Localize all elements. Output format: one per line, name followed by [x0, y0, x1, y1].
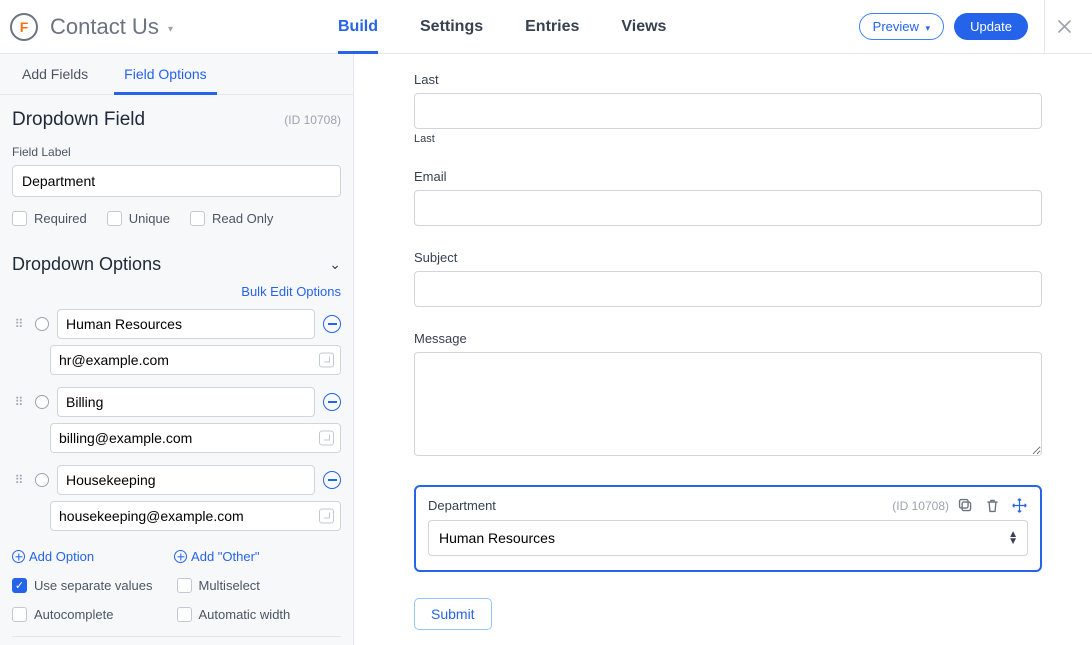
remove-option-button[interactable] — [323, 393, 341, 411]
form-title-text: Contact Us — [50, 14, 159, 39]
required-label: Required — [34, 211, 87, 226]
email-input[interactable] — [414, 190, 1042, 226]
sidebar-tab-field-options[interactable]: Field Options — [114, 54, 216, 94]
field-label-last: Last — [414, 72, 1042, 87]
auto-width-label: Automatic width — [199, 607, 291, 622]
tab-settings[interactable]: Settings — [420, 0, 483, 53]
readonly-label: Read Only — [212, 211, 273, 226]
tab-build[interactable]: Build — [338, 0, 378, 53]
department-field-label: Department — [428, 498, 496, 513]
tab-settings-label: Settings — [420, 18, 483, 36]
field-label-input[interactable] — [12, 165, 341, 197]
department-select[interactable]: Human Resources — [428, 520, 1028, 556]
tab-views[interactable]: Views — [621, 0, 666, 53]
tab-entries-label: Entries — [525, 18, 579, 36]
unique-label: Unique — [129, 211, 170, 226]
plus-icon — [12, 550, 25, 563]
readonly-checkbox[interactable]: Read Only — [190, 211, 273, 226]
option-default-radio[interactable] — [35, 317, 49, 331]
preview-button[interactable]: Preview ▾ — [859, 13, 944, 40]
drag-handle-icon[interactable]: ⠿ — [12, 477, 27, 483]
option-default-radio[interactable] — [35, 395, 49, 409]
submit-button[interactable]: Submit — [414, 598, 492, 630]
drag-handle-icon[interactable]: ⠿ — [12, 399, 27, 405]
field-label-email: Email — [414, 169, 1042, 184]
option-default-radio[interactable] — [35, 473, 49, 487]
last-name-input[interactable] — [414, 93, 1042, 129]
form-title-dropdown[interactable]: Contact Us ▾ — [50, 14, 173, 40]
form-canvas: Last Last Email Subject Message Departme… — [354, 54, 1092, 645]
tab-build-label: Build — [338, 18, 378, 36]
remove-option-button[interactable] — [323, 315, 341, 333]
message-textarea[interactable] — [414, 352, 1042, 456]
subject-input[interactable] — [414, 271, 1042, 307]
multiselect-checkbox[interactable]: Multiselect — [177, 578, 342, 593]
dropdown-options-toggle[interactable]: Dropdown Options ⌄ — [0, 240, 353, 279]
selected-field-department[interactable]: Department (ID 10708) Human Resources ▲▼ — [414, 485, 1042, 572]
separate-values-checkbox[interactable]: ✓Use separate values — [12, 578, 177, 593]
save-icon — [319, 431, 334, 446]
tab-entries[interactable]: Entries — [525, 0, 579, 53]
panel-id: (ID 10708) — [284, 113, 341, 127]
dropdown-options-title: Dropdown Options — [12, 254, 161, 275]
department-field-id: (ID 10708) — [892, 499, 949, 513]
remove-option-button[interactable] — [323, 471, 341, 489]
panel-title: Dropdown Field — [12, 109, 145, 131]
field-label-message: Message — [414, 331, 1042, 346]
option-value-input[interactable] — [50, 501, 341, 531]
option-value-input[interactable] — [50, 345, 341, 375]
option-label-input[interactable] — [57, 309, 315, 339]
caret-down-icon: ▾ — [168, 24, 173, 35]
close-icon — [1057, 19, 1072, 34]
update-button[interactable]: Update — [954, 13, 1028, 40]
autocomplete-checkbox[interactable]: Autocomplete — [12, 607, 177, 622]
add-option-label: Add Option — [29, 549, 94, 564]
save-icon — [319, 353, 334, 368]
chevron-down-icon: ⌄ — [329, 256, 341, 273]
separate-values-label: Use separate values — [34, 578, 153, 593]
caret-down-icon: ▾ — [926, 23, 931, 33]
required-checkbox[interactable]: Required — [12, 211, 87, 226]
multiselect-label: Multiselect — [199, 578, 260, 593]
option-label-input[interactable] — [57, 387, 315, 417]
top-bar: F Contact Us ▾ Build Settings Entries Vi… — [0, 0, 1092, 54]
tab-views-label: Views — [621, 18, 666, 36]
add-other-link[interactable]: Add "Other" — [174, 549, 260, 564]
app-logo: F — [10, 13, 38, 41]
trash-icon[interactable] — [984, 497, 1001, 514]
field-sublabel-last: Last — [414, 133, 1042, 145]
unique-checkbox[interactable]: Unique — [107, 211, 170, 226]
save-icon — [319, 509, 334, 524]
field-label-subject: Subject — [414, 250, 1042, 265]
plus-icon — [174, 550, 187, 563]
duplicate-icon[interactable] — [957, 497, 974, 514]
option-label-input[interactable] — [57, 465, 315, 495]
close-button[interactable] — [1044, 0, 1084, 54]
auto-width-checkbox[interactable]: Automatic width — [177, 607, 342, 622]
add-other-label: Add "Other" — [191, 549, 260, 564]
bulk-edit-link[interactable]: Bulk Edit Options — [241, 284, 341, 299]
preview-label: Preview — [873, 19, 919, 34]
add-option-link[interactable]: Add Option — [12, 549, 94, 564]
drag-handle-icon[interactable]: ⠿ — [12, 321, 27, 327]
sidebar-tab-add-fields[interactable]: Add Fields — [12, 54, 98, 94]
option-value-input[interactable] — [50, 423, 341, 453]
move-icon[interactable] — [1011, 497, 1028, 514]
field-label-caption: Field Label — [12, 145, 341, 159]
autocomplete-label: Autocomplete — [34, 607, 114, 622]
sidebar: Add Fields Field Options Dropdown Field … — [0, 54, 354, 645]
